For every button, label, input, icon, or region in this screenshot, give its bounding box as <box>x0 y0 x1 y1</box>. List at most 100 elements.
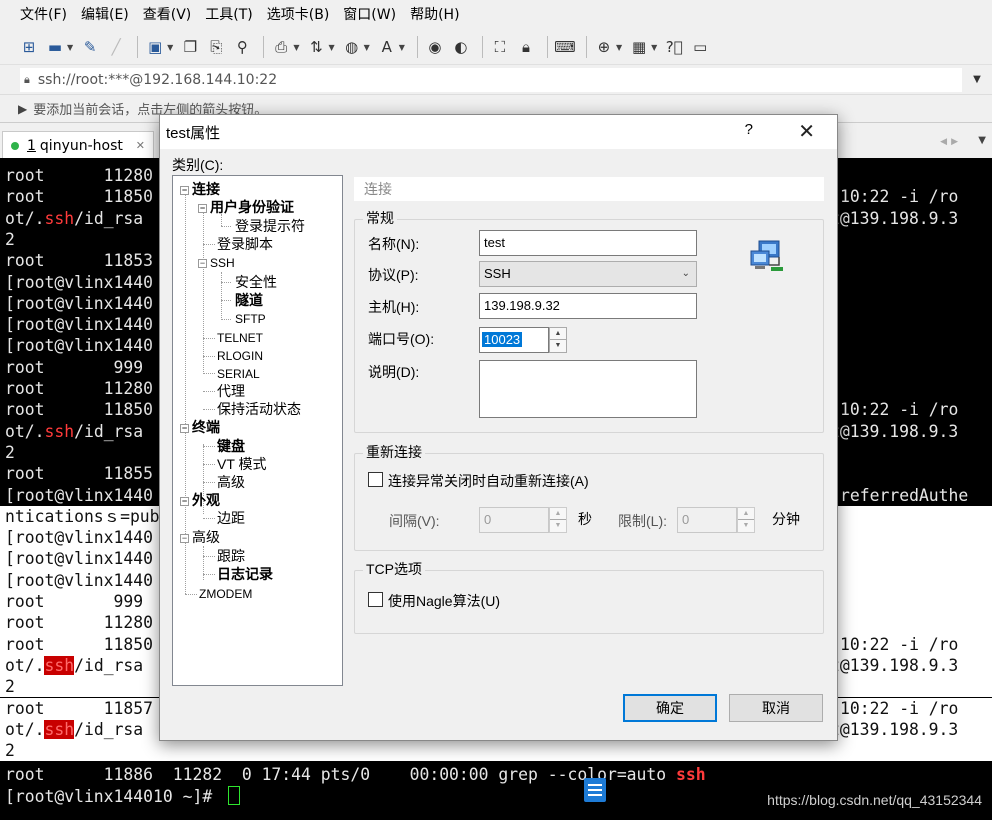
tree-item-connect[interactable]: − 连接 <box>180 180 220 198</box>
tree-item-tunnel[interactable]: 隧道 <box>235 291 263 309</box>
collapse-icon[interactable]: − <box>180 423 189 433</box>
chevron-down-icon[interactable]: ▼ <box>67 43 73 52</box>
protocol-select[interactable]: SSH ⌄ <box>479 261 697 287</box>
collapse-icon[interactable]: − <box>198 259 207 269</box>
menu-help[interactable]: 帮助(H) <box>410 0 467 30</box>
chevron-down-icon[interactable]: ▼ <box>328 43 334 52</box>
host-input[interactable]: 139.198.9.32 <box>479 293 697 319</box>
new-tab-icon[interactable]: ⊕ <box>593 36 615 58</box>
chat-icon[interactable]: ▭ <box>689 36 711 58</box>
tree-item-telnet[interactable]: TELNET <box>217 329 263 347</box>
chevron-down-icon[interactable]: ▼ <box>616 43 622 52</box>
tree-item-proxy[interactable]: 代理 <box>217 382 245 400</box>
tree-item-login-prompt[interactable]: 登录提示符 <box>235 217 305 235</box>
keyboard-icon[interactable]: ⌨ <box>554 36 576 58</box>
tree-line <box>203 206 204 372</box>
tree-item-vt-mode[interactable]: VT 模式 <box>217 455 267 473</box>
address-input[interactable]: 🔒︎ ssh://root:***@192.168.144.10:22 <box>20 67 962 92</box>
tree-item-rlogin[interactable]: RLOGIN <box>217 347 263 365</box>
tree-item-label: SSH <box>210 256 235 270</box>
tree-item-security[interactable]: 安全性 <box>235 273 277 291</box>
nagle-label[interactable]: 使用Nagle算法(U) <box>388 591 500 611</box>
transfer-icon[interactable]: ⇅ <box>305 36 327 58</box>
tree-item-margin[interactable]: 边距 <box>217 509 245 527</box>
tree-item-terminal[interactable]: − 终端 <box>180 418 220 436</box>
menu-edit[interactable]: 编辑(E) <box>81 0 137 30</box>
auto-reconnect-label[interactable]: 连接异常关闭时自动重新连接(A) <box>388 471 589 491</box>
xftp-icon[interactable]: ◐ <box>450 36 472 58</box>
arrow-icon[interactable]: ▶ <box>18 102 27 116</box>
category-tree[interactable]: − 连接 − 用户身份验证 登录提示符 登录脚本 − SSH 安全性 隧道 SFTP … <box>172 175 343 686</box>
menu-file[interactable]: 文件(F) <box>20 0 75 30</box>
tree-item-trace[interactable]: 跟踪 <box>217 547 245 565</box>
chevron-down-icon[interactable]: ▼ <box>293 43 299 52</box>
tree-item-auth[interactable]: − 用户身份验证 <box>198 198 294 216</box>
properties-icon[interactable]: ▣ <box>144 36 166 58</box>
name-input[interactable]: test <box>479 230 697 256</box>
auto-reconnect-checkbox[interactable] <box>368 472 383 487</box>
disconnect-icon[interactable]: ╱ <box>105 36 127 58</box>
script-icon[interactable]: ◉ <box>424 36 446 58</box>
nagle-checkbox[interactable] <box>368 592 383 607</box>
chevron-up-icon[interactable]: ▲ <box>550 328 566 340</box>
chevron-down-icon[interactable]: ▼ <box>962 74 992 85</box>
tree-item-log[interactable]: 日志记录 <box>217 565 273 583</box>
close-icon[interactable]: ✕ <box>136 139 145 152</box>
tab-scroll-icon[interactable]: ◀▶ <box>940 137 962 147</box>
tree-item-login-script[interactable]: 登录脚本 <box>217 235 273 253</box>
tree-line <box>203 444 204 496</box>
font-icon[interactable]: A <box>376 36 398 58</box>
tree-item-advanced[interactable]: 高级 <box>217 473 245 491</box>
port-input[interactable]: 10023 <box>479 327 549 353</box>
description-input[interactable] <box>479 360 697 418</box>
tree-line <box>203 446 215 447</box>
help-button[interactable]: ? <box>745 121 753 138</box>
terminal-highlight: ssh <box>44 655 75 675</box>
chevron-down-icon[interactable]: ▼ <box>364 43 370 52</box>
globe-icon[interactable]: ◍ <box>341 36 363 58</box>
close-button[interactable]: ✕ <box>798 119 815 144</box>
tree-item-sftp[interactable]: SFTP <box>235 310 266 328</box>
xshell-window: 文件(F) 编辑(E) 查看(V) 工具(T) 选项卡(B) 窗口(W) 帮助(… <box>0 0 992 820</box>
find-icon[interactable]: ⚲ <box>231 36 253 58</box>
tree-item-appearance[interactable]: − 外观 <box>180 491 220 509</box>
tree-item-ssh[interactable]: − SSH <box>198 254 235 272</box>
collapse-icon[interactable]: − <box>198 203 207 213</box>
new-session-icon[interactable]: ⊞ <box>18 36 40 58</box>
chevron-down-icon[interactable]: ▼ <box>167 43 173 52</box>
toolbar-divider <box>137 36 139 58</box>
help-icon[interactable]: ?⃝ <box>663 36 685 58</box>
ok-button[interactable]: 确定 <box>623 694 717 722</box>
copy-icon[interactable]: ❐ <box>179 36 201 58</box>
tab-qinyun-host[interactable]: 1 qinyun-host ✕ <box>2 131 154 159</box>
dialog-title: test属性 <box>166 124 221 142</box>
tree-item-label: 用户身份验证 <box>210 199 294 215</box>
tree-item-serial[interactable]: SERIAL <box>217 365 260 383</box>
port-stepper[interactable]: ▲ ▼ <box>549 327 567 353</box>
menu-tabs[interactable]: 选项卡(B) <box>267 0 338 30</box>
layout-icon[interactable]: ▦ <box>628 36 650 58</box>
lock-icon[interactable]: 🔒︎ <box>515 36 537 58</box>
paste-icon[interactable]: ⎘ <box>205 36 227 58</box>
collapse-icon[interactable]: − <box>180 533 189 543</box>
cancel-button[interactable]: 取消 <box>729 694 823 722</box>
chevron-down-icon[interactable]: ▼ <box>651 43 657 52</box>
tree-item-keepalive[interactable]: 保持活动状态 <box>217 400 301 418</box>
fullscreen-icon[interactable]: ⛶ <box>489 36 511 58</box>
port-value: 10023 <box>482 332 523 347</box>
open-folder-icon[interactable]: ▬ <box>44 36 66 58</box>
chevron-down-icon[interactable]: ▼ <box>399 43 405 52</box>
tree-item-advanced2[interactable]: − 高级 <box>180 528 220 546</box>
collapse-icon[interactable]: − <box>180 185 189 195</box>
chevron-down-icon[interactable]: ▼ <box>550 340 566 352</box>
print-icon[interactable]: ⎙ <box>270 36 292 58</box>
tree-item-zmodem[interactable]: ZMODEM <box>199 585 252 603</box>
menu-view[interactable]: 查看(V) <box>143 0 200 30</box>
menu-window[interactable]: 窗口(W) <box>343 0 404 30</box>
tree-item-keyboard[interactable]: 键盘 <box>217 437 245 455</box>
menu-tools[interactable]: 工具(T) <box>205 0 260 30</box>
collapse-icon[interactable]: − <box>180 496 189 506</box>
chevron-down-icon[interactable]: ▼ <box>978 135 986 146</box>
reconnect-icon[interactable]: ✎ <box>79 36 101 58</box>
toolbar-divider <box>416 36 418 58</box>
